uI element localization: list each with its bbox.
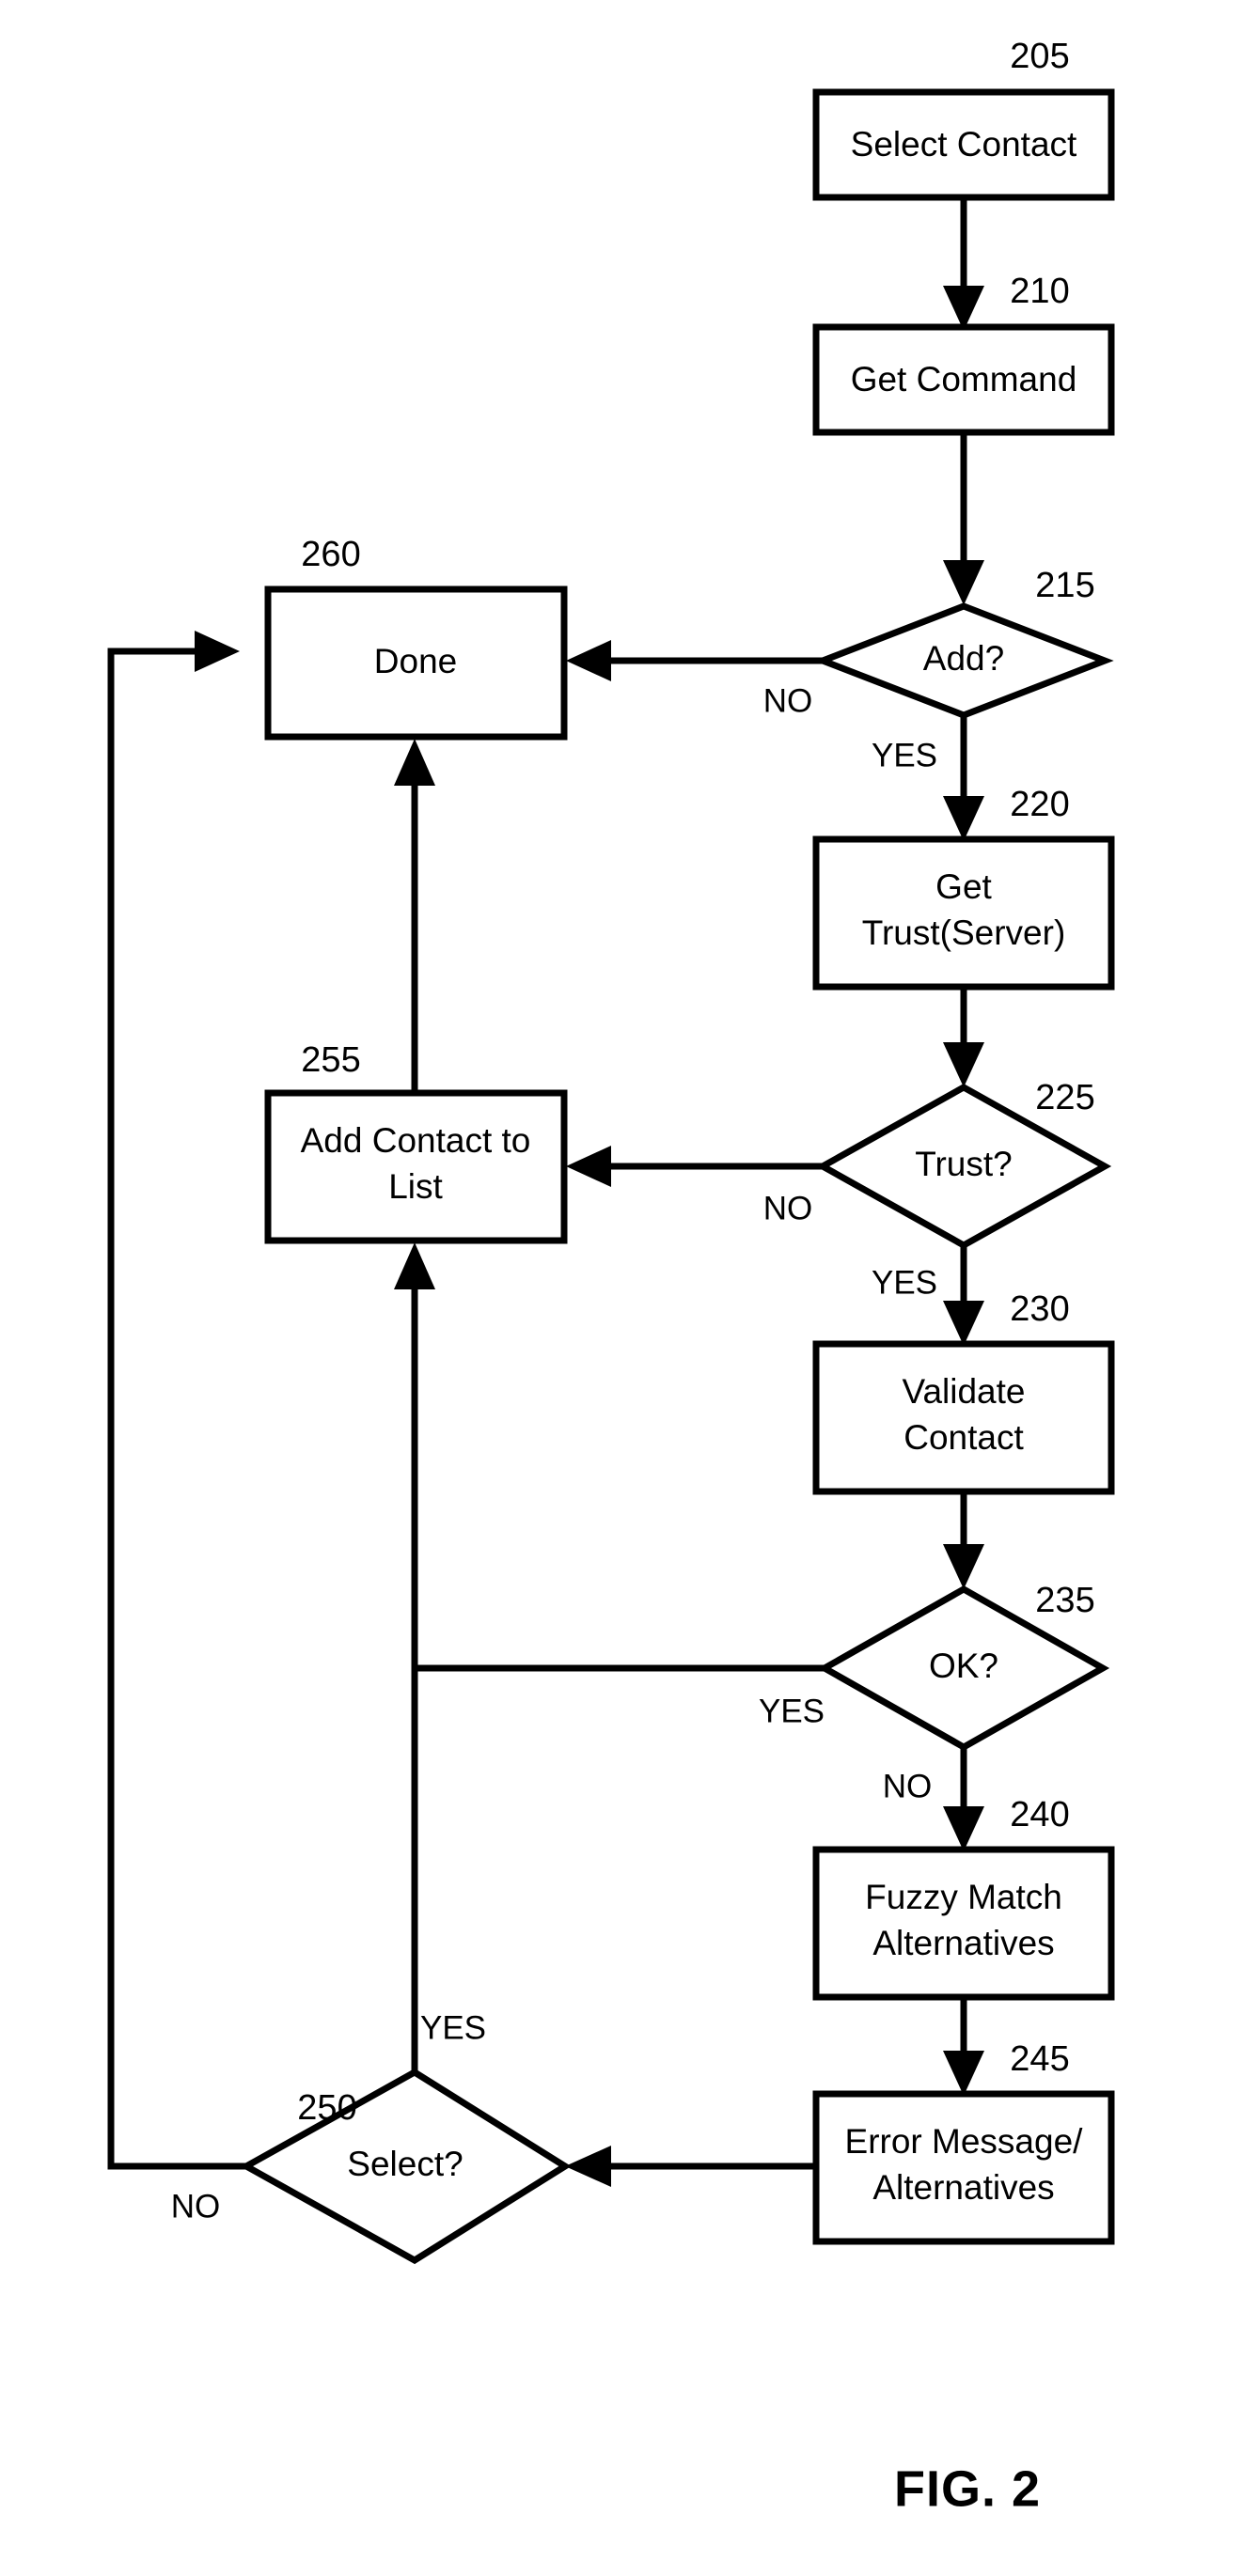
figure-caption: FIG. 2 xyxy=(894,2460,1041,2517)
arrow-head-left xyxy=(565,2146,611,2187)
node-label: Select Contact xyxy=(851,125,1077,164)
edge-label-add-no: NO xyxy=(763,682,813,719)
arrow-head-down xyxy=(943,1042,984,1087)
node-label: Select? xyxy=(347,2145,463,2183)
edge-label-trust-no: NO xyxy=(763,1190,813,1226)
node-label-line2: Alternatives xyxy=(872,2168,1054,2207)
edge-label-ok-yes: YES xyxy=(759,1693,825,1729)
edge-path xyxy=(411,1276,825,1672)
node-label-line2: Trust(Server) xyxy=(862,913,1066,952)
arrow-head-down xyxy=(943,1544,984,1589)
node-label-line2: Alternatives xyxy=(872,1924,1054,1962)
edge-215-yes-to-220 xyxy=(943,714,984,841)
reference-numeral-240: 240 xyxy=(1010,1795,1069,1834)
node-label-line1: Add Contact to xyxy=(301,1121,531,1160)
node-label: Done xyxy=(374,642,457,680)
reference-numeral-250: 250 xyxy=(297,2088,356,2128)
edge-250-no-to-260 xyxy=(107,631,246,2170)
arrow-head-right xyxy=(195,631,240,672)
reference-numeral-260: 260 xyxy=(301,535,360,574)
edge-label-add-yes: YES xyxy=(872,737,937,773)
reference-numeral-235: 235 xyxy=(1035,1581,1094,1620)
node-label-line2: List xyxy=(388,1167,443,1206)
arrow-head-left xyxy=(566,1146,611,1187)
reference-numeral-210: 210 xyxy=(1010,272,1069,311)
edge-220-to-225 xyxy=(943,987,984,1087)
node-label-line1: Fuzzy Match xyxy=(865,1878,1062,1916)
node-label: Get Command xyxy=(851,360,1077,398)
arrow-head-down xyxy=(943,1301,984,1346)
edge-label-ok-no: NO xyxy=(883,1768,933,1804)
edge-230-to-235 xyxy=(943,1491,984,1589)
reference-numeral-205: 205 xyxy=(1010,37,1069,76)
arrow-head-down xyxy=(943,1806,984,1851)
arrow-head-down xyxy=(943,2051,984,2096)
node-label-line1: Error Message/ xyxy=(845,2122,1084,2161)
reference-numeral-245: 245 xyxy=(1010,2039,1069,2079)
arrow-head-up xyxy=(394,739,435,786)
reference-numeral-215: 215 xyxy=(1035,566,1094,605)
edge-210-to-215 xyxy=(943,432,984,605)
node-label-line2: Contact xyxy=(903,1418,1024,1457)
node-250-select-decision[interactable]: Select? 250 YES NO xyxy=(171,2009,572,2265)
reference-numeral-230: 230 xyxy=(1010,1289,1069,1329)
node-205-select-contact[interactable]: Select Contact 205 xyxy=(812,37,1115,201)
edge-205-to-210 xyxy=(943,197,984,331)
node-225-trust-decision[interactable]: Trust? 225 NO YES xyxy=(763,1078,1112,1301)
flowchart-diagram: Select Contact 205 Get Command 210 Add? … xyxy=(0,0,1257,2576)
flowchart-canvas: Select Contact 205 Get Command 210 Add? … xyxy=(107,37,1115,2517)
reference-numeral-255: 255 xyxy=(301,1040,360,1080)
edge-225-no-to-255 xyxy=(566,1146,823,1187)
edge-215-no-to-260 xyxy=(566,640,823,681)
reference-numeral-220: 220 xyxy=(1010,785,1069,824)
node-215-add-decision[interactable]: Add? 215 NO YES xyxy=(763,566,1114,773)
node-label-line1: Validate xyxy=(903,1372,1026,1411)
arrow-head-down xyxy=(943,560,984,605)
edge-240-to-245 xyxy=(943,1997,984,2096)
node-label-line1: Get xyxy=(935,867,992,906)
edge-255-to-260 xyxy=(394,739,435,1093)
node-label: OK? xyxy=(929,1647,998,1685)
edge-label-select-no: NO xyxy=(171,2188,221,2225)
reference-numeral-225: 225 xyxy=(1035,1078,1094,1117)
edge-235-yes-to-255 xyxy=(394,1242,825,1672)
edge-path xyxy=(107,648,246,2170)
edge-245-to-250 xyxy=(565,2146,816,2187)
arrow-head-left xyxy=(566,640,611,681)
node-label: Add? xyxy=(923,639,1004,678)
arrow-head-down xyxy=(943,796,984,841)
node-label: Trust? xyxy=(915,1145,1012,1183)
node-235-ok-decision[interactable]: OK? 235 YES NO xyxy=(759,1581,1110,1804)
edge-label-trust-yes: YES xyxy=(872,1264,937,1301)
edge-235-no-to-240 xyxy=(943,1748,984,1851)
edge-225-yes-to-230 xyxy=(943,1246,984,1346)
edge-label-select-yes: YES xyxy=(420,2009,486,2046)
node-260-done[interactable]: Done 260 xyxy=(264,535,568,741)
